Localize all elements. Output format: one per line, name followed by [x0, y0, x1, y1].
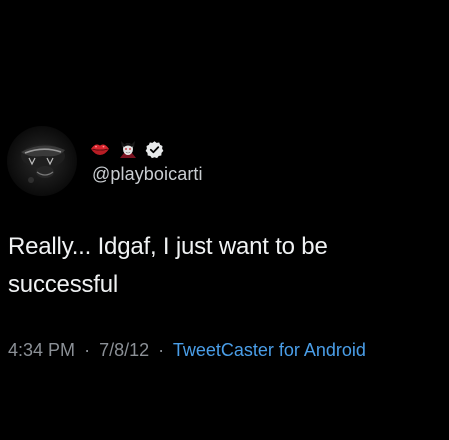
lips-kiss-icon [89, 138, 111, 160]
user-handle[interactable]: @playboicarti [92, 164, 203, 185]
tweet-container: @playboicarti Really... Idgaf, I just wa… [0, 0, 449, 440]
meta-separator: · [84, 340, 91, 360]
tweet-time[interactable]: 4:34 PM [8, 340, 75, 360]
tweet-date[interactable]: 7/8/12 [99, 340, 149, 360]
display-name-row[interactable] [89, 137, 164, 161]
tweet-text-line-2: successful [8, 271, 119, 298]
tweet-text-line-1: Really... Idgaf, I just want to be [8, 233, 328, 260]
tweet-metadata: 4:34 PM · 7/8/12 · TweetCaster for Andro… [8, 340, 366, 361]
vampire-icon [117, 138, 139, 160]
profile-avatar[interactable] [7, 126, 77, 196]
meta-separator: · [158, 340, 165, 360]
tweet-source-link[interactable]: TweetCaster for Android [173, 340, 366, 360]
verified-badge-icon [145, 140, 164, 159]
tweet-text: Really... Idgaf, I just want to be succe… [8, 228, 438, 304]
